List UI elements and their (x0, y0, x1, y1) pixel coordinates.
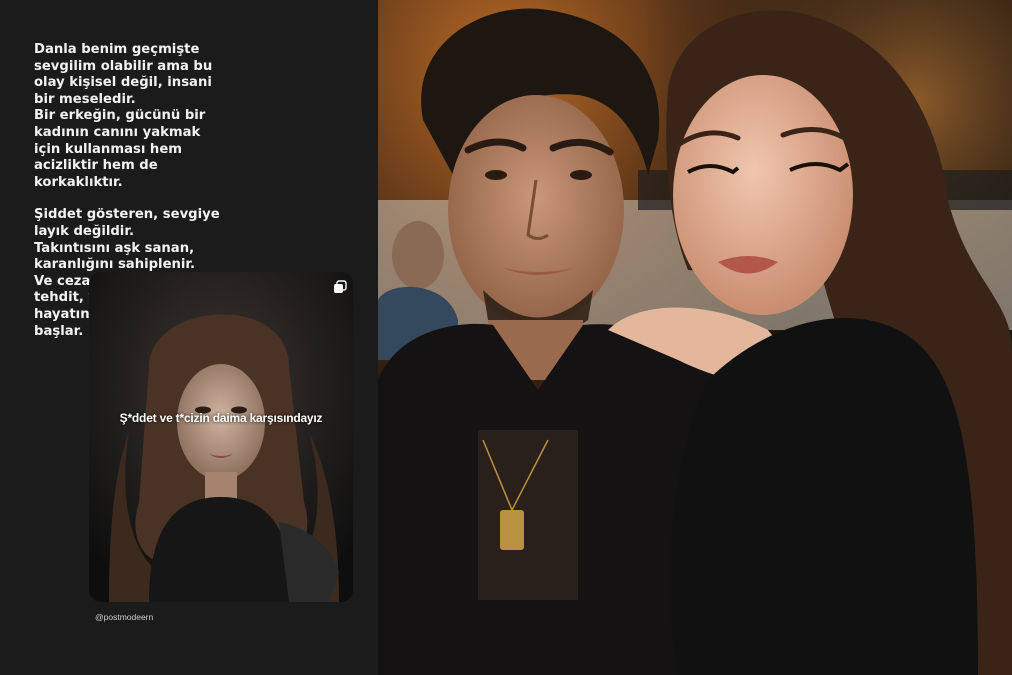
multiple-posts-icon (334, 280, 347, 293)
repost-caption: Ş*ddet ve t*cizin daima karşısındayız (119, 411, 323, 425)
story-paragraph-1: Danla benim geçmişte sevgilim olabilir a… (34, 42, 213, 190)
couple-photo-illustration (378, 0, 1012, 675)
reposted-portrait (89, 272, 353, 602)
reposted-image[interactable]: Ş*ddet ve t*cizin daima karşısındayız (89, 272, 353, 602)
couple-photo (378, 0, 1012, 675)
username-handle[interactable]: @postmodeern (95, 612, 153, 622)
story-panel: Danla benim geçmişte sevgilim olabilir a… (0, 0, 378, 675)
